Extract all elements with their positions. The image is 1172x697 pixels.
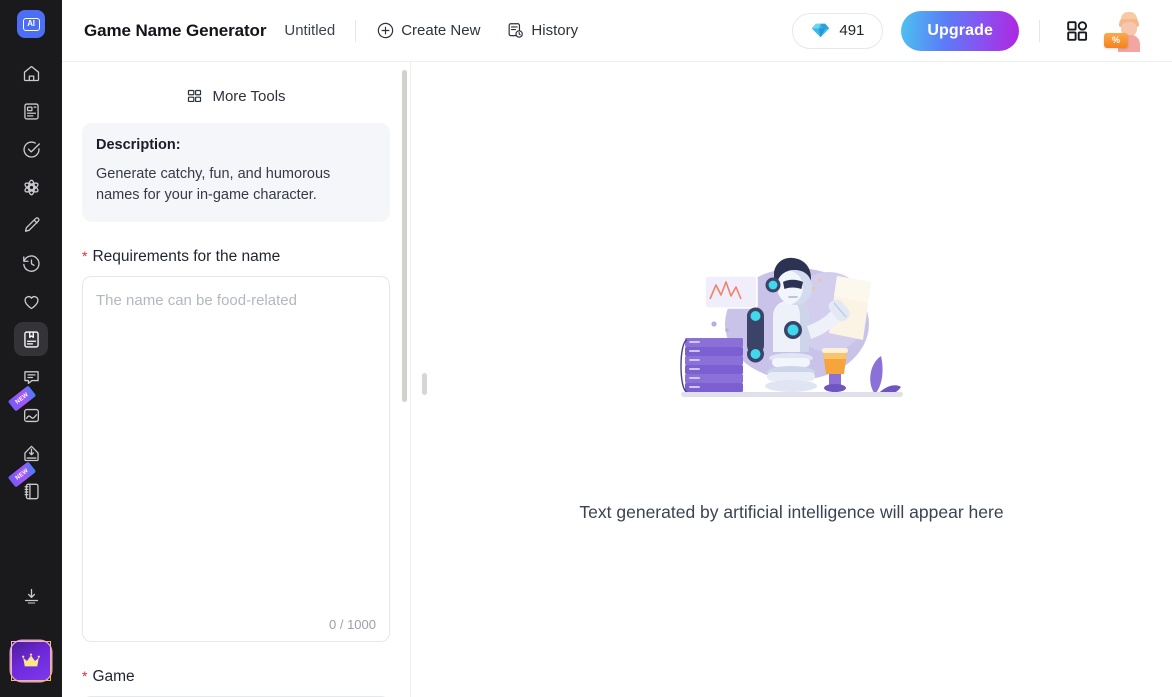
sidebar-item-download[interactable]	[14, 579, 48, 613]
premium-button[interactable]	[11, 641, 51, 681]
pencil-icon	[24, 216, 39, 232]
description-box: Description: Generate catchy, fun, and h…	[82, 123, 390, 222]
apps-grid-icon	[1067, 20, 1088, 41]
sidebar-item-documents[interactable]	[14, 94, 48, 128]
more-tools-button[interactable]: More Tools	[82, 88, 390, 105]
result-panel: Text generated by artificial intelligenc…	[411, 62, 1172, 697]
form-inner: More Tools Description: Generate catchy,…	[62, 62, 410, 697]
history-button[interactable]: History	[506, 21, 578, 40]
required-marker: *	[82, 668, 88, 684]
grid-icon	[188, 89, 202, 103]
description-text: Generate catchy, fun, and humorous names…	[96, 166, 331, 203]
atom-icon	[23, 179, 39, 195]
header-divider-2	[1039, 19, 1040, 42]
diamond-icon	[812, 23, 830, 38]
main-column: Game Name Generator Untitled Create New …	[62, 0, 1172, 697]
game-label-row: * Game	[82, 668, 390, 686]
left-sidebar: AI NEW NEW	[0, 0, 62, 697]
app-logo-label: AI	[22, 17, 40, 31]
credits-badge[interactable]: 491	[792, 12, 884, 49]
panel-resize-handle[interactable]	[422, 373, 427, 395]
top-header: Game Name Generator Untitled Create New …	[62, 0, 1172, 62]
app-root: AI NEW NEW Game Name Generator Untitled …	[0, 0, 1172, 697]
document-icon	[23, 102, 39, 120]
sidebar-item-tools[interactable]	[14, 322, 48, 356]
create-new-button[interactable]: Create New	[376, 21, 480, 40]
discount-badge: %	[1104, 32, 1128, 48]
empty-state-text: Text generated by artificial intelligenc…	[579, 502, 1004, 522]
body-split: More Tools Description: Generate catchy,…	[62, 62, 1172, 697]
sidebar-item-notebook[interactable]: NEW	[7, 461, 48, 508]
history-label: History	[531, 22, 579, 39]
credits-value: 491	[839, 22, 865, 39]
heart-icon	[23, 295, 39, 309]
more-tools-label: More Tools	[212, 88, 286, 105]
requirements-label: Requirements for the name	[92, 248, 281, 265]
sidebar-item-ai-lab[interactable]	[14, 170, 48, 204]
history-icon	[508, 23, 524, 38]
crown-icon	[22, 653, 40, 667]
sidebar-item-history[interactable]	[14, 246, 48, 280]
book-bookmark-icon	[23, 330, 39, 348]
apps-grid-button[interactable]	[1060, 14, 1094, 48]
create-new-label: Create New	[401, 22, 481, 39]
description-title: Description:	[96, 137, 181, 153]
empty-state-illustration	[679, 254, 905, 427]
requirements-placeholder: The name can be food-related	[96, 292, 297, 309]
image-icon	[23, 408, 39, 422]
ai-robot-reading-illustration	[679, 257, 903, 397]
upgrade-button[interactable]: Upgrade	[901, 10, 1019, 51]
home-icon	[23, 65, 39, 81]
header-actions: 491 Upgrade %	[792, 10, 1150, 52]
sidebar-item-home[interactable]	[14, 56, 48, 90]
avatar[interactable]: %	[1104, 10, 1150, 52]
document-title[interactable]: Untitled	[284, 22, 335, 39]
sidebar-item-image[interactable]: NEW	[7, 385, 48, 432]
sidebar-item-tasks[interactable]	[14, 132, 48, 166]
chat-icon	[23, 370, 39, 384]
requirements-label-row: * Requirements for the name	[82, 248, 390, 266]
download-icon	[24, 588, 38, 603]
notebook-icon	[24, 483, 39, 499]
form-panel-scrollbar[interactable]	[402, 70, 407, 402]
inbox-download-icon	[23, 445, 39, 461]
required-marker: *	[82, 248, 88, 264]
plus-circle-icon	[378, 22, 394, 39]
form-panel: More Tools Description: Generate catchy,…	[62, 62, 410, 697]
app-logo[interactable]: AI	[17, 10, 45, 38]
page-title: Game Name Generator	[84, 20, 267, 40]
header-divider	[355, 19, 357, 42]
sidebar-item-write[interactable]	[14, 208, 48, 242]
game-label: Game	[92, 668, 135, 685]
requirements-input[interactable]: The name can be food-related 0 / 1000	[82, 276, 390, 642]
check-circle-icon	[22, 140, 40, 158]
clock-history-icon	[22, 254, 40, 272]
char-counter: 0 / 1000	[329, 617, 376, 632]
sidebar-item-favorites[interactable]	[14, 284, 48, 318]
